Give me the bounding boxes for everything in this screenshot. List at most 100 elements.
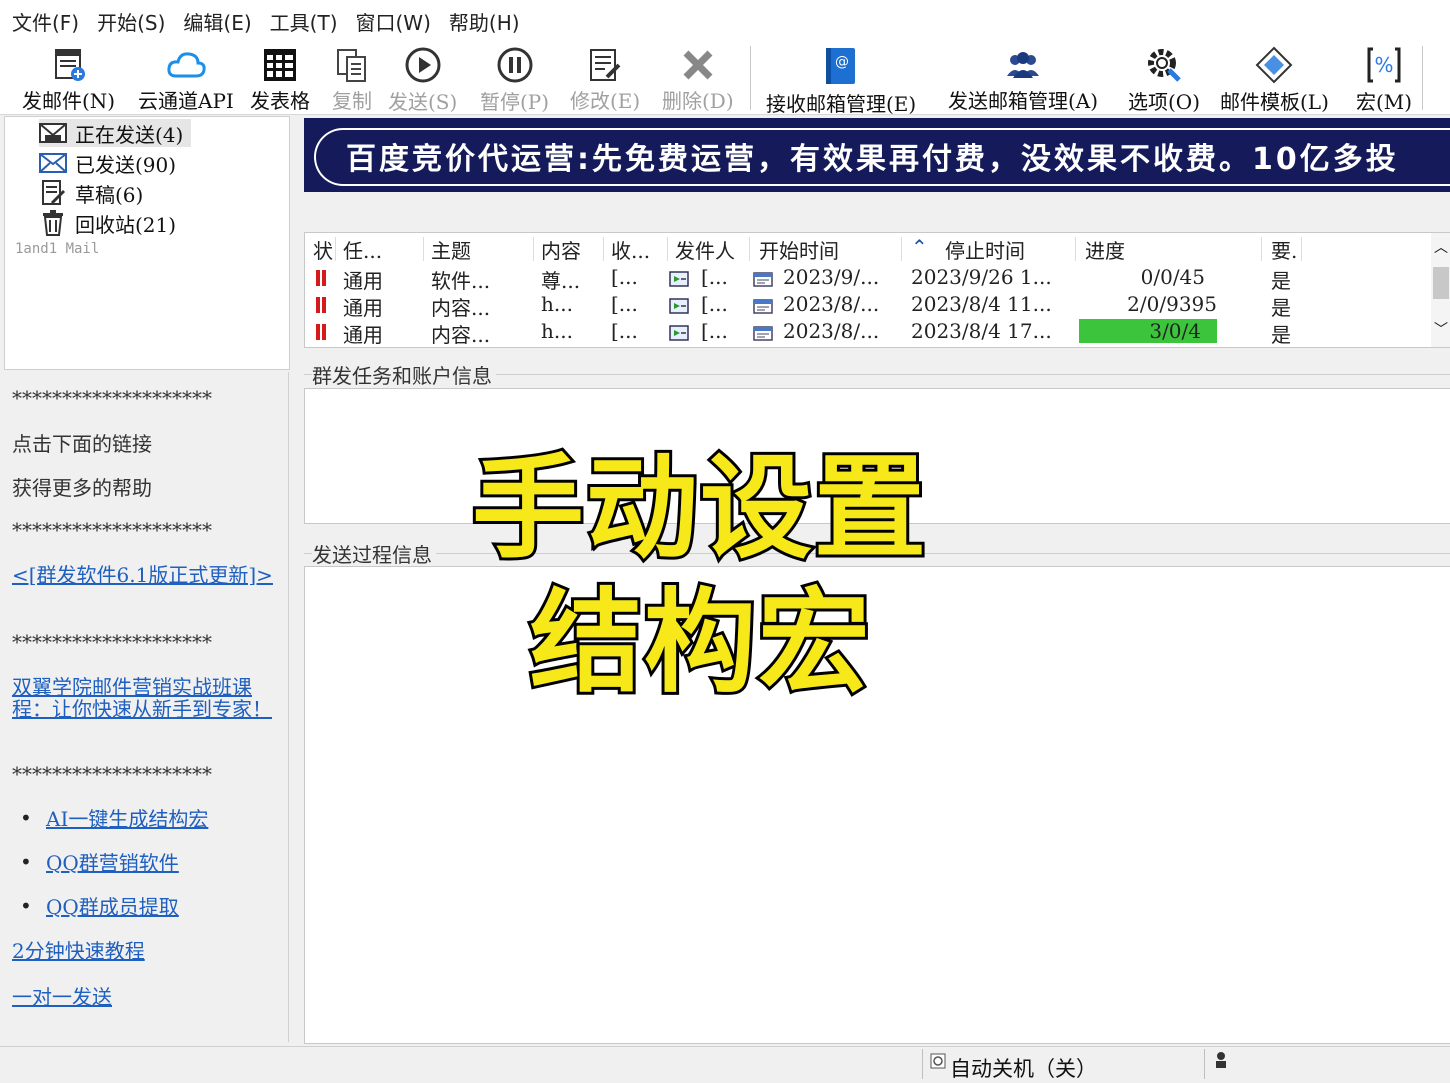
col-stop-time[interactable]: 停止时间 [945,235,1025,263]
col-divider [1075,237,1076,261]
progress-bar: 2/0/9395 [1079,292,1217,316]
link-update[interactable]: <[群发软件6.1版正式更新]> [12,564,284,586]
menu-edit[interactable]: 编辑(E) [183,7,251,36]
col-divider [749,237,750,261]
copy-icon [332,46,372,83]
options-button[interactable]: 选项(O) [1128,42,1200,114]
send-mailbox-button[interactable]: 发送邮箱管理(A) [948,42,1098,114]
mail-template-button[interactable]: 邮件模板(L) [1220,42,1329,114]
pause-button[interactable]: 暂停(P) [480,42,549,114]
folder-drafts-label: 草稿(6) [75,182,144,207]
row-recipient: [... [611,265,638,289]
play-icon [403,46,443,84]
folder-sending[interactable]: 正在发送(4) [39,119,192,147]
status-bar: 自动关机（关） [0,1046,1450,1081]
row-task: 通用 [343,269,383,293]
col-divider [1301,237,1302,261]
row-recipient: [... [611,319,638,343]
auto-shutdown-status[interactable]: 自动关机（关） [950,1053,1097,1083]
help-separator: ******************** [12,630,212,654]
delete-icon [678,46,718,83]
delete-button[interactable]: 删除(D) [662,42,734,114]
receive-mailbox-label: 接收邮箱管理(E) [766,92,917,116]
col-task[interactable]: 任... [343,235,382,263]
cloud-api-label: 云通道API [138,89,234,113]
paused-status-icon [315,297,327,313]
col-progress[interactable]: 进度 [1085,235,1125,263]
pause-icon [495,46,535,84]
toolbar: 发邮件(N) 云通道API 发表格 复制 发送(S) 暂停(P) 修改(E) 删… [0,42,1450,116]
row-start-time: 2023/9/... [783,265,880,289]
help-line-click: 点击下面的链接 [12,432,152,456]
bullet: • [20,806,32,830]
col-subject[interactable]: 主题 [431,235,471,263]
col-divider [423,237,424,261]
sender-list-icon [669,298,689,314]
col-divider [901,237,902,261]
scroll-up-icon[interactable]: ︿ [1434,237,1448,257]
overlay-caption-line2: 结构宏 [527,575,873,711]
group-info-title: 群发任务和账户信息 [312,360,496,389]
row-subject: 内容... [431,323,491,347]
link-tutorial[interactable]: 2分钟快速教程 [12,940,284,962]
row-sender: [... [701,265,728,289]
scroll-down-icon[interactable]: ﹀ [1434,319,1448,339]
col-sender[interactable]: 发件人 [675,235,735,263]
col-status[interactable]: 状 [313,235,333,263]
new-mail-icon [49,46,89,83]
new-mail-button[interactable]: 发邮件(N) [22,42,115,114]
col-content[interactable]: 内容 [541,235,581,263]
row-task: 通用 [343,323,383,347]
table-icon [260,46,300,83]
menu-file[interactable]: 文件(F) [12,7,79,36]
svg-text:@: @ [835,54,849,70]
edit-icon [585,46,625,83]
status-divider [1204,1049,1205,1079]
row-subject: 内容... [431,296,491,320]
row-stop-time: 2023/8/4 17... [911,319,1052,343]
vertical-scrollbar[interactable]: ︿ ﹀ [1431,233,1450,347]
sender-list-icon [669,271,689,287]
send-button[interactable]: 发送(S) [388,42,457,114]
macro-button[interactable]: % 宏(M) [1356,42,1412,114]
menu-bar: 文件(F) 开始(S) 编辑(E) 工具(T) 窗口(W) 帮助(H) [0,0,1450,42]
folder-sent[interactable]: 已发送(90) [39,149,176,177]
col-recipient[interactable]: 收... [611,235,650,263]
folder-trash[interactable]: 回收站(21) [39,209,176,237]
cloud-api-button[interactable]: 云通道API [138,42,234,114]
calendar-icon [753,325,773,341]
send-table-button[interactable]: 发表格 [250,42,310,114]
menu-start[interactable]: 开始(S) [97,7,165,36]
progress-bar: 0/0/45 [1079,265,1217,289]
col-start-time[interactable]: 开始时间 [759,235,839,263]
status-divider [922,1049,923,1079]
menu-tools[interactable]: 工具(T) [270,7,338,36]
edit-button[interactable]: 修改(E) [570,42,640,114]
receive-mailbox-button[interactable]: @ 接收邮箱管理(E) [766,42,917,116]
macro-icon: % [1364,46,1404,84]
col-divider [667,237,668,261]
svg-text:%: % [1375,53,1394,77]
menu-window[interactable]: 窗口(W) [356,7,431,36]
link-one-to-one[interactable]: 一对一发送 [12,986,284,1008]
col-required[interactable]: 要. [1271,235,1297,263]
row-start-time: 2023/8/... [783,319,880,343]
row-progress: 2/0/9395 [1127,292,1217,316]
copy-label: 复制 [332,89,372,113]
scroll-thumb[interactable] [1433,267,1449,299]
row-task: 通用 [343,296,383,320]
menu-help[interactable]: 帮助(H) [449,7,520,36]
ad-banner[interactable]: 百度竞价代运营:先免费运营，有效果再付费，没效果不收费。10亿多投 [304,118,1450,192]
row-stop-time: 2023/8/4 11... [911,292,1052,316]
copy-button[interactable]: 复制 [332,42,372,114]
sort-asc-icon: ⌃ [911,235,928,259]
link-course[interactable]: 双翼学院邮件营销实战班课程：让你快速从新手到专家！ [12,676,284,720]
folder-drafts[interactable]: 草稿(6) [39,179,143,207]
new-mail-label: 发邮件(N) [22,89,116,113]
link-ai-macro[interactable]: AI一键生成结构宏 [46,808,276,830]
link-qq-members[interactable]: QQ群成员提取 [46,896,276,918]
options-label: 选项(O) [1128,90,1201,114]
delete-label: 删除(D) [662,89,734,113]
cloud-icon [166,46,206,83]
link-qq-marketing[interactable]: QQ群营销软件 [46,852,276,874]
